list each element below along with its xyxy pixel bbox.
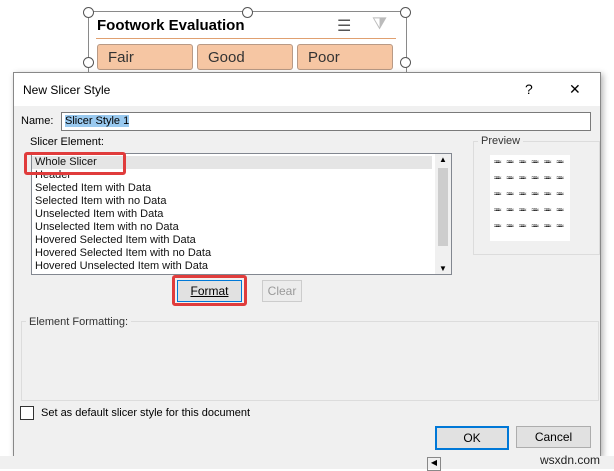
preview-glyph: ≈≈≈ [519,175,526,182]
preview-glyph: ≈≈≈ [544,159,551,166]
preview-glyph: ≈≈≈ [531,223,539,230]
slicer-item-good[interactable]: Good [197,44,293,70]
title-bar: New Slicer Style ? ✕ [14,73,600,106]
preview-glyph: ≈≈≈ [556,159,564,166]
preview-glyph: ≈≈≈ [531,207,539,214]
preview-glyph: ≈≈≈ [519,223,526,230]
resize-handle[interactable] [83,57,94,68]
element-formatting-group [21,321,599,401]
watermark: wsxdn.com [540,453,601,467]
scroll-down-icon[interactable]: ▼ [439,264,447,273]
preview-glyph: ≈≈≈ [556,207,564,214]
list-item[interactable]: Unselected Item with no Data [32,221,432,234]
preview-glyph: ≈≈≈ [544,223,551,230]
name-label: Name: [21,115,54,127]
preview-glyph: ≈≈≈ [494,159,501,166]
ok-button[interactable]: OK [435,426,509,450]
preview-glyph: ≈≈≈ [494,223,501,230]
default-style-checkbox[interactable] [20,406,34,420]
preview-glyph: ≈≈≈ [556,191,564,198]
scrollbar-thumb[interactable] [438,168,448,246]
dialog-title: New Slicer Style [23,83,111,97]
resize-handle[interactable] [83,7,94,18]
preview-glyph: ≈≈≈ [519,191,526,198]
scroll-up-icon[interactable]: ▲ [439,155,447,164]
multi-select-icon[interactable]: ☰ [337,16,351,36]
slicer-item-fair[interactable]: Fair [97,44,193,70]
preview-image: ≈≈≈ ≈≈≈ ≈≈≈ ≈≈≈ ≈≈≈ ≈≈≈ ≈≈≈ ≈≈≈ ≈≈≈ ≈≈≈ ≈≈≈ ≈≈≈ ≈≈≈ ≈… [490,155,570,241]
element-formatting-label: Element Formatting: [26,316,132,328]
preview-glyph: ≈≈≈ [544,207,551,214]
list-item[interactable]: Hovered Selected Item with no Data [32,247,432,260]
resize-handle[interactable] [400,57,411,68]
highlight-box [172,275,247,306]
cancel-button[interactable]: Cancel [516,426,591,448]
preview-glyph: ≈≈≈ [544,175,551,182]
preview-glyph: ≈≈≈ [531,175,539,182]
preview-glyph: ≈≈≈ [531,159,539,166]
help-button[interactable]: ? [525,81,533,97]
highlight-box [24,152,126,175]
name-value: Slicer Style 1 [65,115,130,127]
slicer-element-label: Slicer Element: [30,136,104,148]
preview-glyph: ≈≈≈ [556,175,564,182]
slicer-item-poor[interactable]: Poor [297,44,393,70]
preview-glyph: ≈≈≈ [506,175,514,182]
default-style-label: Set as default slicer style for this doc… [41,407,251,419]
preview-glyph: ≈≈≈ [506,223,514,230]
preview-glyph: ≈≈≈ [519,159,526,166]
name-input[interactable]: Slicer Style 1 [61,112,591,131]
preview-glyph: ≈≈≈ [494,191,501,198]
slicer-title: Footwork Evaluation [97,17,245,34]
preview-glyph: ≈≈≈ [519,207,526,214]
preview-label: Preview [478,135,524,147]
list-item[interactable]: Hovered Unselected Item with Data [32,260,432,273]
preview-glyph: ≈≈≈ [531,191,539,198]
list-item[interactable]: Selected Item with Data [32,182,432,195]
list-item[interactable]: Selected Item with no Data [32,195,432,208]
preview-glyph: ≈≈≈ [494,207,501,214]
preview-glyph: ≈≈≈ [494,175,501,182]
new-slicer-style-dialog: New Slicer Style ? ✕ Name: Slicer Style … [13,72,601,457]
scrollbar[interactable]: ▲ ▼ [435,154,451,274]
preview-glyph: ≈≈≈ [544,191,551,198]
preview-glyph: ≈≈≈ [506,159,514,166]
close-button[interactable]: ✕ [569,81,581,98]
slicer-divider [96,38,396,39]
resize-handle[interactable] [400,7,411,18]
preview-glyph: ≈≈≈ [506,207,514,214]
clear-button[interactable]: Clear [262,280,302,302]
preview-glyph: ≈≈≈ [556,223,564,230]
clear-filter-icon[interactable]: ⧩ [372,14,387,34]
preview-glyph: ≈≈≈ [506,191,514,198]
list-item[interactable]: Hovered Selected Item with Data [32,234,432,247]
list-item[interactable]: Unselected Item with Data [32,208,432,221]
